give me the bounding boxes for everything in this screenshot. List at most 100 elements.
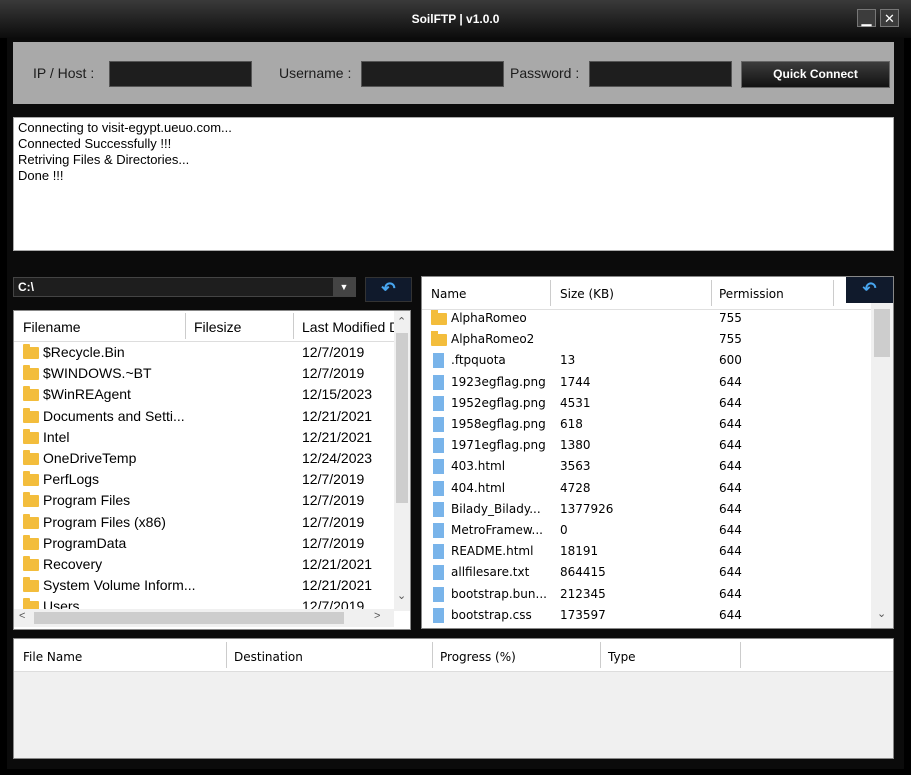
table-row[interactable]: Recovery 12/21/2021 — [14, 554, 394, 575]
file-size: 1744 — [560, 374, 591, 389]
folder-icon — [23, 556, 39, 571]
file-permission: 600 — [719, 353, 742, 368]
table-row[interactable]: MetroFramew... 0 644 — [422, 520, 871, 541]
log-line: Connected Successfully !!! — [18, 136, 172, 151]
file-icon — [433, 523, 444, 538]
column-progress[interactable]: Progress (%) — [440, 650, 516, 664]
scroll-right-icon[interactable]: > — [374, 610, 380, 622]
log-line: Done !!! — [18, 168, 64, 183]
file-name: 1971egflag.png — [451, 438, 546, 453]
column-filename[interactable]: Filename — [23, 319, 81, 335]
folder-icon — [431, 310, 447, 325]
table-row[interactable]: AlphaRomeo 755 — [422, 308, 871, 329]
folder-icon — [23, 577, 39, 593]
remote-vertical-scrollbar[interactable]: ⌄ — [871, 277, 893, 628]
column-size[interactable]: Size (KB) — [560, 287, 614, 301]
log-output: Connecting to visit-egypt.ueuo.com... Co… — [13, 117, 894, 251]
file-permission: 644 — [719, 374, 742, 389]
file-date: 12/21/2021 — [302, 577, 373, 594]
folder-icon — [23, 407, 39, 423]
local-file-list[interactable]: Filename Filesize Last Modified D $Recyc… — [13, 310, 411, 630]
remote-back-button[interactable]: ↶ — [846, 277, 893, 303]
file-name: AlphaRomeo — [451, 311, 527, 325]
minimize-button[interactable]: ▁ — [857, 9, 876, 27]
table-row[interactable]: .ftpquota 13 600 — [422, 350, 871, 371]
local-vertical-scrollbar[interactable]: ⌃ ⌄ — [394, 311, 410, 611]
scroll-left-icon[interactable]: < — [19, 610, 25, 622]
column-name[interactable]: Name — [431, 287, 466, 301]
table-row[interactable]: 404.html 4728 644 — [422, 478, 871, 499]
table-row[interactable]: bootstrap.bun... 212345 644 — [422, 584, 871, 605]
local-horizontal-scrollbar[interactable]: < > — [14, 609, 394, 627]
quick-connect-button[interactable]: Quick Connect — [741, 61, 890, 88]
table-row[interactable]: $Recycle.Bin 12/7/2019 — [14, 342, 394, 363]
file-name: 1958egflag.png — [451, 417, 546, 431]
table-row[interactable]: Program Files 12/7/2019 — [14, 490, 394, 511]
table-row[interactable]: $WinREAgent 12/15/2023 — [14, 384, 394, 405]
table-row[interactable]: AlphaRomeo2 755 — [422, 329, 871, 350]
column-file-name[interactable]: File Name — [23, 650, 82, 664]
scroll-up-icon[interactable]: ⌃ — [397, 315, 406, 328]
table-row[interactable]: 1923egflag.png 1744 644 — [422, 372, 871, 393]
file-size: 0 — [560, 523, 568, 537]
table-row[interactable]: System Volume Inform... 12/21/2021 — [14, 575, 394, 596]
file-permission: 644 — [719, 459, 742, 474]
scroll-thumb[interactable] — [34, 612, 344, 624]
password-input[interactable] — [589, 61, 732, 87]
table-row[interactable]: README.html 18191 644 — [422, 541, 871, 562]
remote-file-list[interactable]: Name Size (KB) Permission AlphaRomeo 755 A… — [421, 276, 894, 629]
file-name: Intel — [43, 428, 70, 445]
file-date: 12/7/2019 — [302, 534, 365, 551]
file-name: allfilesare.txt — [451, 565, 530, 580]
column-permission[interactable]: Permission — [719, 287, 784, 301]
file-name: MetroFramew... — [451, 523, 543, 537]
table-row[interactable]: Intel 12/21/2021 — [14, 427, 394, 448]
file-size: 18191 — [560, 544, 599, 559]
column-destination[interactable]: Destination — [234, 650, 303, 664]
folder-icon — [23, 344, 39, 359]
local-list-header: Filename Filesize Last Modified D — [14, 311, 399, 342]
table-row[interactable]: PerfLogs 12/7/2019 — [14, 469, 394, 490]
table-row[interactable]: OneDriveTemp 12/24/2023 — [14, 448, 394, 469]
undo-arrow-icon: ↶ — [862, 279, 877, 299]
chevron-down-icon[interactable]: ▼ — [333, 278, 355, 296]
column-filesize[interactable]: Filesize — [194, 319, 241, 335]
folder-icon — [23, 365, 39, 381]
file-permission: 644 — [719, 438, 742, 453]
scroll-thumb[interactable] — [874, 309, 890, 357]
username-label: Username : — [279, 65, 352, 81]
column-last-modified[interactable]: Last Modified D — [302, 319, 399, 335]
username-input[interactable] — [361, 61, 504, 87]
table-row[interactable]: bootstrap.css 173597 644 — [422, 605, 871, 626]
scroll-thumb[interactable] — [396, 333, 408, 503]
table-row[interactable]: 1971egflag.png 1380 644 — [422, 435, 871, 456]
table-row[interactable]: $WINDOWS.~BT 12/7/2019 — [14, 363, 394, 384]
scroll-down-icon[interactable]: ⌄ — [397, 589, 406, 602]
table-row[interactable]: Documents and Setti... 12/21/2021 — [14, 406, 394, 427]
local-path-select[interactable]: C:\ ▼ — [13, 277, 356, 297]
file-date: 12/21/2021 — [302, 407, 373, 424]
table-row[interactable]: 1952egflag.png 4531 644 — [422, 393, 871, 414]
close-button[interactable]: ✕ — [880, 9, 899, 27]
column-type[interactable]: Type — [608, 650, 636, 664]
folder-icon — [23, 492, 39, 508]
folder-icon — [23, 428, 39, 444]
file-name: Program Files — [43, 492, 131, 509]
table-row[interactable]: 403.html 3563 644 — [422, 456, 871, 477]
table-row[interactable]: Program Files (x86) 12/7/2019 — [14, 512, 394, 533]
file-icon — [433, 438, 444, 454]
table-row[interactable]: allfilesare.txt 864415 644 — [422, 562, 871, 583]
file-date: 12/24/2023 — [302, 450, 373, 466]
file-name: .ftpquota — [451, 353, 506, 368]
table-row[interactable]: Bilady_Bilady... 1377926 644 — [422, 499, 871, 520]
file-permission: 644 — [719, 417, 742, 431]
host-label: IP / Host : — [33, 65, 95, 81]
file-name: $Recycle.Bin — [43, 344, 125, 360]
file-permission: 644 — [719, 523, 742, 537]
host-input[interactable] — [109, 61, 252, 87]
scroll-down-icon[interactable]: ⌄ — [877, 607, 886, 620]
local-back-button[interactable]: ↶ — [365, 277, 412, 302]
transfer-queue[interactable]: File Name Destination Progress (%) Type — [13, 638, 894, 759]
table-row[interactable]: ProgramData 12/7/2019 — [14, 533, 394, 554]
table-row[interactable]: 1958egflag.png 618 644 — [422, 414, 871, 435]
